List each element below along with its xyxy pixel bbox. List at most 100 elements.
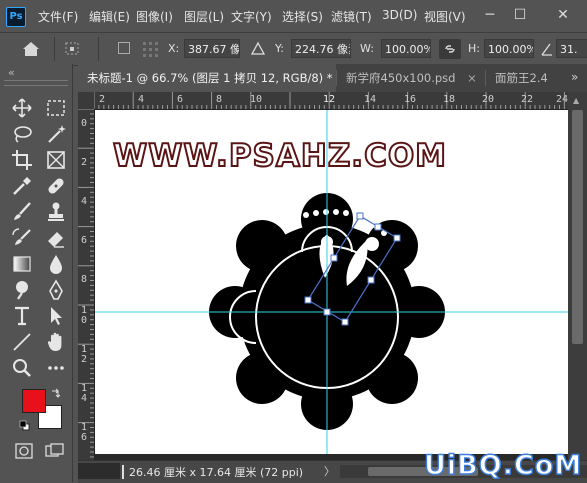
y-field[interactable]: 224.76 像素 bbox=[291, 39, 351, 58]
history-brush-icon[interactable] bbox=[10, 226, 34, 250]
w-label: W: bbox=[360, 42, 374, 55]
document-tab-bar: 未标题-1 @ 66.7% (图层 1 拷贝 12, RGB/8) * × 新学… bbox=[78, 64, 587, 92]
document-canvas[interactable]: WWW.PSAHZ.COM bbox=[95, 110, 568, 454]
menu-edit[interactable]: 编辑(E) bbox=[89, 8, 130, 25]
frame-icon[interactable] bbox=[44, 148, 68, 172]
close-window-button[interactable]: ✕ bbox=[549, 4, 577, 26]
options-bar: X: 387.67 像素 Y: 224.76 像素 W: 100.00% H: … bbox=[0, 32, 587, 66]
menu-file[interactable]: 文件(F) bbox=[38, 8, 78, 25]
menu-filter[interactable]: 滤镜(T) bbox=[331, 8, 372, 25]
transform-handle[interactable] bbox=[374, 223, 382, 231]
magic-wand-icon[interactable] bbox=[44, 122, 68, 146]
gradient-icon[interactable] bbox=[10, 252, 34, 276]
angle-icon[interactable] bbox=[540, 41, 554, 57]
eraser-icon[interactable] bbox=[44, 226, 68, 250]
dodge-icon[interactable] bbox=[10, 278, 34, 302]
maximize-button[interactable]: ☐ bbox=[506, 4, 534, 26]
crop-icon[interactable] bbox=[10, 148, 34, 172]
tab-document-3[interactable]: 面筋王2.4 bbox=[486, 64, 566, 92]
status-divider bbox=[122, 465, 124, 479]
transform-handle[interactable] bbox=[393, 234, 401, 242]
swap-colors-icon[interactable] bbox=[50, 387, 62, 399]
default-colors-icon[interactable] bbox=[19, 420, 31, 432]
tab-active-document[interactable]: 未标题-1 @ 66.7% (图层 1 拷贝 12, RGB/8) * × bbox=[78, 64, 336, 92]
ruler-label: 1 4 bbox=[81, 383, 88, 404]
transform-handle[interactable] bbox=[330, 254, 338, 262]
x-label: X: bbox=[168, 42, 180, 55]
ruler-label: 1 2 bbox=[81, 344, 88, 365]
tab-document-2[interactable]: 新学府450x100.psd × bbox=[337, 64, 485, 92]
scroll-up-icon[interactable]: ▲ bbox=[573, 96, 579, 105]
hand-icon[interactable] bbox=[44, 330, 68, 354]
transform-reference-icon[interactable] bbox=[62, 39, 84, 59]
lasso-icon[interactable] bbox=[10, 122, 34, 146]
reference-point-checkbox[interactable] bbox=[118, 42, 130, 54]
home-icon[interactable] bbox=[20, 40, 42, 58]
healing-icon[interactable] bbox=[44, 174, 68, 198]
zoom-icon[interactable] bbox=[10, 356, 34, 380]
path-select-icon[interactable] bbox=[44, 304, 68, 328]
angle-field[interactable]: 31. bbox=[556, 39, 587, 58]
scrollbar-thumb[interactable] bbox=[572, 110, 583, 344]
menu-type[interactable]: 文字(Y) bbox=[231, 8, 272, 25]
transform-handle[interactable] bbox=[356, 212, 364, 220]
collapse-panel-button[interactable]: « bbox=[8, 66, 15, 79]
tab-overflow-button[interactable]: » bbox=[571, 70, 578, 84]
ruler-label: 0 bbox=[81, 118, 88, 129]
ruler-label: 2 bbox=[99, 94, 106, 105]
ruler-label: 8 bbox=[216, 94, 223, 105]
brush-icon[interactable] bbox=[10, 200, 34, 224]
ruler-label: 20 bbox=[482, 94, 495, 105]
w-field[interactable]: 100.00% bbox=[381, 39, 431, 58]
tab-label: 面筋王2.4 bbox=[495, 71, 548, 85]
transform-handle[interactable] bbox=[304, 296, 312, 304]
link-icon[interactable] bbox=[439, 39, 461, 59]
tools-panel: « bbox=[0, 64, 73, 482]
tab-label: 未标题-1 @ 66.7% (图层 1 拷贝 12, RGB/8) * bbox=[87, 71, 333, 85]
more-icon[interactable] bbox=[44, 356, 68, 380]
screen-mode-icon[interactable] bbox=[44, 442, 66, 460]
reference-point-grid-icon[interactable] bbox=[140, 39, 162, 59]
menu-3d[interactable]: 3D(D) bbox=[382, 8, 417, 22]
h-field[interactable]: 100.00% bbox=[484, 39, 534, 58]
ruler-label: 10 bbox=[250, 94, 263, 105]
site-watermark: UiBQ.CoM bbox=[423, 449, 583, 481]
ruler-label: 22 bbox=[521, 94, 534, 105]
ruler-label: 8 bbox=[81, 274, 88, 285]
menu-view[interactable]: 视图(V) bbox=[424, 8, 466, 25]
transform-handle[interactable] bbox=[341, 318, 349, 326]
toolbar-grip bbox=[4, 80, 68, 86]
ruler-label: 6 bbox=[81, 235, 88, 246]
blur-icon[interactable] bbox=[44, 252, 68, 276]
eyedropper-icon[interactable] bbox=[10, 174, 34, 198]
pen-icon[interactable] bbox=[44, 278, 68, 302]
ruler-label: 4 bbox=[81, 196, 88, 207]
ruler-label: 1 6 bbox=[81, 422, 88, 443]
x-field[interactable]: 387.67 像素 bbox=[184, 39, 240, 58]
menu-bar: Ps 文件(F) 编辑(E) 图像(I) 图层(L) 文字(Y) 选择(S) 滤… bbox=[0, 0, 587, 32]
minimize-button[interactable]: ─ bbox=[476, 4, 504, 26]
ruler-label: 12 bbox=[323, 94, 336, 105]
watermark-text: WWW.PSAHZ.COM bbox=[113, 138, 447, 174]
menu-image[interactable]: 图像(I) bbox=[136, 8, 173, 25]
zoom-field[interactable] bbox=[78, 463, 120, 479]
ruler-origin[interactable] bbox=[78, 92, 94, 109]
tab-close-icon[interactable]: × bbox=[467, 71, 477, 85]
transform-handle[interactable] bbox=[323, 308, 331, 316]
type-icon[interactable] bbox=[10, 304, 34, 328]
quick-mask-icon[interactable] bbox=[14, 442, 34, 460]
foreground-color-swatch[interactable] bbox=[22, 389, 46, 413]
y-label: Y: bbox=[275, 42, 284, 55]
ruler-label: 6 bbox=[177, 94, 184, 105]
h-label: H: bbox=[468, 42, 480, 55]
menu-select[interactable]: 选择(S) bbox=[282, 8, 323, 25]
stamp-icon[interactable] bbox=[44, 200, 68, 224]
delta-icon[interactable] bbox=[250, 41, 266, 57]
line-icon[interactable] bbox=[10, 330, 34, 354]
transform-handle[interactable] bbox=[367, 276, 375, 284]
marquee-icon[interactable] bbox=[44, 96, 68, 120]
menu-layer[interactable]: 图层(L) bbox=[184, 8, 224, 25]
vertical-scrollbar[interactable]: ▲ bbox=[568, 92, 587, 460]
move-icon[interactable] bbox=[10, 96, 34, 120]
status-menu-arrow-icon[interactable]: 〉 bbox=[324, 463, 335, 479]
